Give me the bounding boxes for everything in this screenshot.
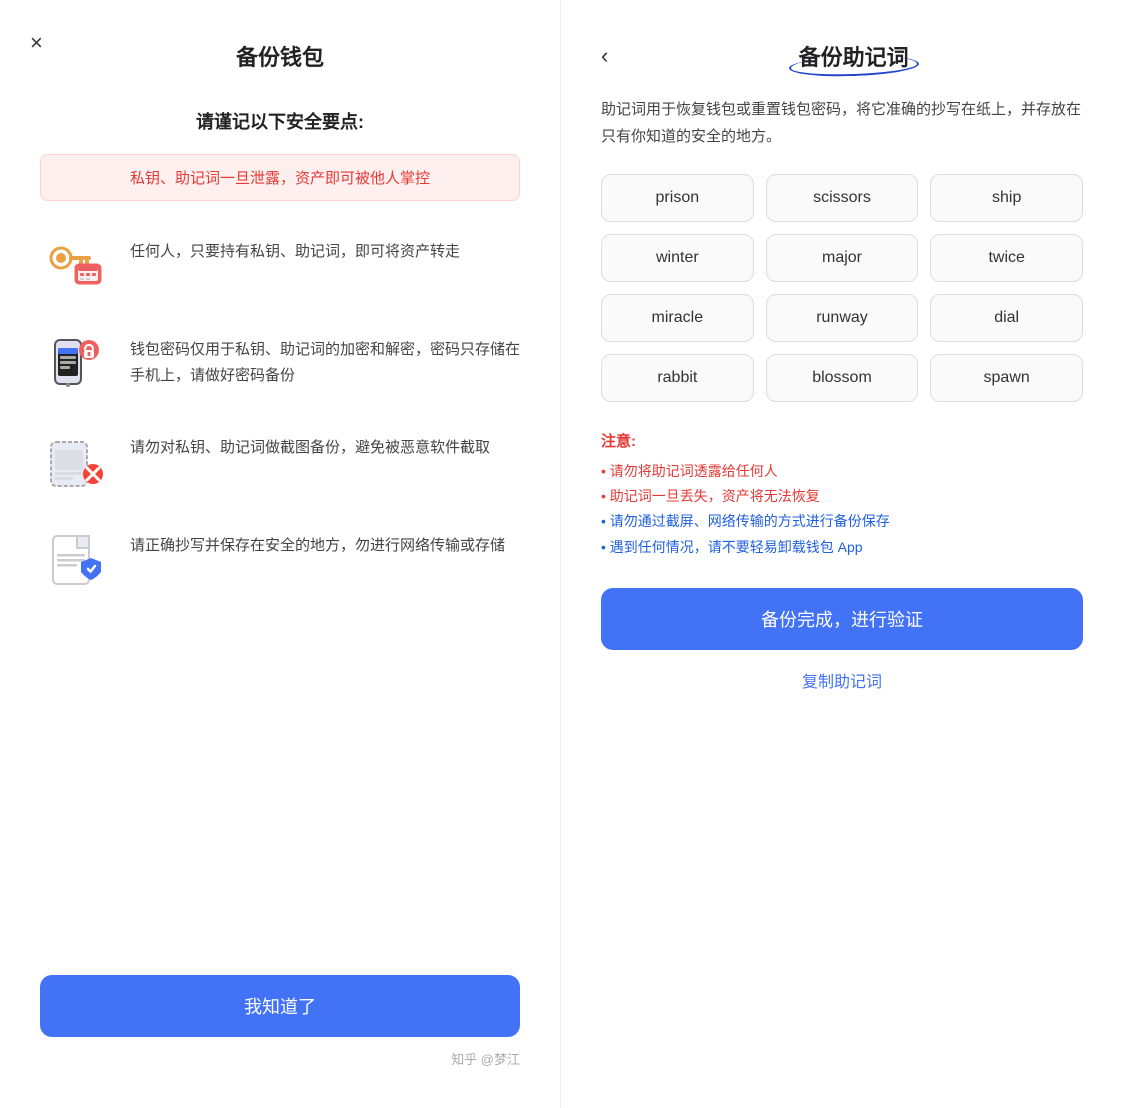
mnemonic-grid: prisonscissorsship wintermajortwice miracl… (601, 174, 1083, 402)
right-header: ‹ 备份助记词 (601, 40, 1083, 72)
mnemonic-word-cell: ship (930, 174, 1083, 222)
mnemonic-word-cell: spawn (930, 354, 1083, 402)
mnemonic-word-cell: winter (601, 234, 754, 282)
tip-item-key: 任何人，只要持有私钥、助记词，即可将资产转走 (40, 231, 520, 301)
phone-lock-icon (40, 329, 110, 399)
copy-mnemonic-link[interactable]: 复制助记词 (601, 668, 1083, 692)
close-button[interactable]: × (30, 30, 43, 56)
warning-banner: 私钥、助记词一旦泄露，资产即可被他人掌控 (40, 154, 520, 201)
mnemonic-word-cell: dial (930, 294, 1083, 342)
tip-item-phone: 钱包密码仅用于私钥、助记词的加密和解密，密码只存储在手机上，请做好密码备份 (40, 329, 520, 399)
tip-screenshot-text: 请勿对私钥、助记词做截图备份，避免被恶意软件截取 (130, 427, 490, 461)
mnemonic-word-cell: runway (766, 294, 919, 342)
notes-list-item: • 请勿通过截屏、网络传输的方式进行备份保存 (601, 509, 1083, 534)
mnemonic-word-cell: prison (601, 174, 754, 222)
right-title-wrap: 备份助记词 (624, 40, 1083, 72)
screenshot-ban-icon (40, 427, 110, 497)
notes-list: • 请勿将助记词透露给任何人• 助记词一旦丢失，资产将无法恢复• 请勿通过截屏、… (601, 459, 1083, 560)
tip-paper-text: 请正确抄写并保存在安全的地方，勿进行网络传输或存储 (130, 525, 505, 559)
paper-backup-icon (40, 525, 110, 595)
notes-section: 注意: • 请勿将助记词透露给任何人• 助记词一旦丢失，资产将无法恢复• 请勿通… (601, 430, 1083, 560)
confirm-button-left[interactable]: 我知道了 (40, 975, 520, 1037)
tip-item-screenshot: 请勿对私钥、助记词做截图备份，避免被恶意软件截取 (40, 427, 520, 497)
notes-title: 注意: (601, 430, 1083, 451)
mnemonic-word-cell: blossom (766, 354, 919, 402)
tip-key-text: 任何人，只要持有私钥、助记词，即可将资产转走 (130, 231, 460, 265)
notes-list-item: • 请勿将助记词透露给任何人 (601, 459, 1083, 484)
mnemonic-word-cell: miracle (601, 294, 754, 342)
left-panel: × 备份钱包 请谨记以下安全要点: 私钥、助记词一旦泄露，资产即可被他人掌控 (0, 0, 561, 1108)
left-title: 备份钱包 (40, 40, 520, 72)
confirm-button-right[interactable]: 备份完成，进行验证 (601, 588, 1083, 650)
left-subtitle: 请谨记以下安全要点: (40, 108, 520, 134)
mnemonic-word-cell: twice (930, 234, 1083, 282)
mnemonic-word-cell: rabbit (601, 354, 754, 402)
tip-item-paper: 请正确抄写并保存在安全的地方，勿进行网络传输或存储 (40, 525, 520, 595)
mnemonic-description: 助记词用于恢复钱包或重置钱包密码，将它准确的抄写在纸上，并存放在只有你知道的安全… (601, 96, 1083, 150)
right-title: 备份助记词 (799, 40, 909, 72)
tip-phone-text: 钱包密码仅用于私钥、助记词的加密和解密，密码只存储在手机上，请做好密码备份 (130, 329, 520, 388)
notes-list-item: • 助记词一旦丢失，资产将无法恢复 (601, 484, 1083, 509)
back-button[interactable]: ‹ (601, 43, 608, 69)
right-panel: ‹ 备份助记词 助记词用于恢复钱包或重置钱包密码，将它准确的抄写在纸上，并存放在… (561, 0, 1123, 1108)
watermark-left: 知乎 @梦江 (40, 1049, 520, 1068)
notes-list-item: • 遇到任何情况，请不要轻易卸载钱包 App (601, 535, 1083, 560)
mnemonic-word-cell: scissors (766, 174, 919, 222)
key-wallet-icon (40, 231, 110, 301)
mnemonic-word-cell: major (766, 234, 919, 282)
